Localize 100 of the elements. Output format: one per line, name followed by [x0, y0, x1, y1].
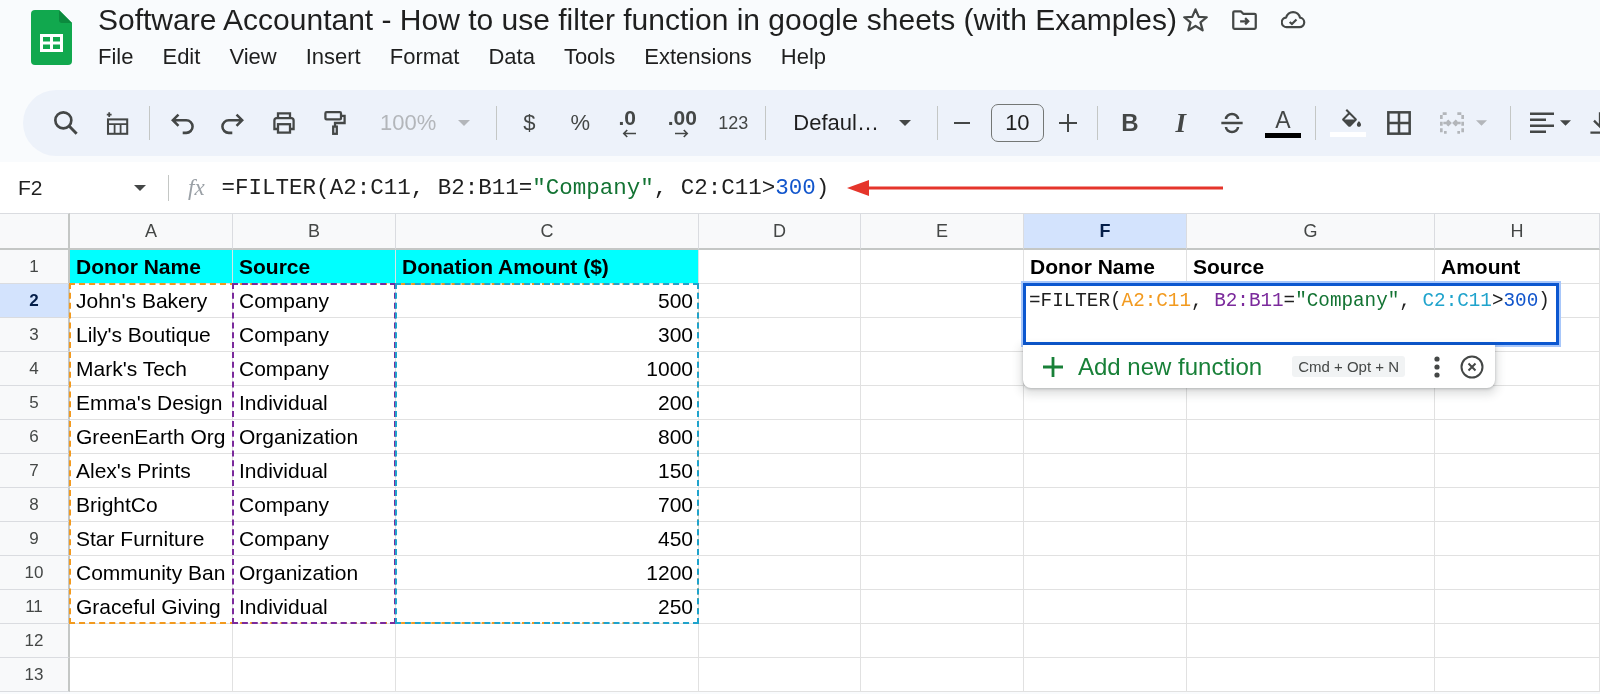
- table-cell-text: Company: [238, 492, 330, 518]
- menu-item[interactable]: Data: [482, 43, 541, 71]
- column-header[interactable]: F: [1024, 213, 1187, 250]
- paint-roller-icon[interactable]: [323, 111, 347, 135]
- number-format-button[interactable]: $: [505, 101, 554, 145]
- app-logo-icon[interactable]: [31, 10, 72, 65]
- increase-decimals-button[interactable]: .00: [658, 101, 707, 145]
- row-header[interactable]: 13: [0, 658, 70, 692]
- row-header[interactable]: 4: [0, 352, 70, 386]
- minus-icon[interactable]: [953, 122, 970, 124]
- search-icon[interactable]: [54, 111, 78, 135]
- table-cell-text: 200: [656, 390, 694, 416]
- column-header[interactable]: A: [70, 213, 233, 250]
- table-cell-text: Source: [1192, 254, 1266, 280]
- left-arrow-icon: [622, 129, 637, 138]
- align-left-icon[interactable]: [1530, 111, 1555, 135]
- row-header[interactable]: 7: [0, 454, 70, 488]
- number-format-button[interactable]: 123: [709, 101, 758, 145]
- table-cell: Donor Name: [70, 250, 233, 284]
- menu-item[interactable]: View: [223, 43, 283, 71]
- row-header[interactable]: 8: [0, 488, 70, 522]
- cell-editor-field[interactable]: =FILTER(A2:C11, B2:B11="Company", C2:C11>300): [1023, 283, 1559, 345]
- menu-item[interactable]: Help: [774, 43, 833, 71]
- table-cell-text: Community Ban: [75, 560, 227, 586]
- font-dropdown[interactable]: Defaul…: [774, 101, 929, 145]
- table-cell-text: Lily's Boutique: [75, 322, 212, 348]
- column-header[interactable]: H: [1435, 213, 1600, 250]
- row-header[interactable]: 9: [0, 522, 70, 556]
- table-cell-text: Emma's Design: [75, 390, 224, 416]
- table-cell-text: Company: [238, 356, 330, 382]
- column-header[interactable]: D: [699, 213, 861, 250]
- table-cell: Donation Amount ($): [396, 250, 699, 284]
- caret-icon: [458, 120, 471, 126]
- menu-item[interactable]: Extensions: [638, 43, 758, 71]
- row-header[interactable]: 10: [0, 556, 70, 590]
- swatch-icon: [1264, 132, 1301, 138]
- more-icon[interactable]: [1434, 355, 1440, 378]
- row-header[interactable]: 6: [0, 420, 70, 454]
- menu-item[interactable]: Format: [383, 43, 466, 71]
- row-header[interactable]: 2: [0, 284, 70, 318]
- table-cell-text: 700: [656, 492, 694, 518]
- caret-icon[interactable]: [1560, 120, 1572, 126]
- table-cell-text: 1200: [645, 560, 694, 586]
- table-cell-text: BrightCo: [75, 492, 159, 518]
- document-title[interactable]: Software Accountant - How to use filter function in google sheets (with Examples): [98, 0, 1177, 40]
- menu-item[interactable]: Tools: [557, 43, 622, 71]
- table-cell-text: 800: [656, 424, 694, 450]
- fx-label: fx: [188, 174, 205, 201]
- row-header[interactable]: 11: [0, 590, 70, 624]
- table-cell-text: Alex's Prints: [75, 458, 192, 484]
- table-cell-text: 500: [656, 288, 694, 314]
- row-header[interactable]: 5: [0, 386, 70, 420]
- menu-item[interactable]: Insert: [299, 43, 367, 71]
- table-cell-text: Donor Name: [1029, 254, 1156, 280]
- print-icon[interactable]: [272, 111, 296, 135]
- table-cell-text: Amount: [1440, 254, 1522, 280]
- table-cell-text: GreenEarth Org: [75, 424, 227, 450]
- column-header[interactable]: G: [1187, 213, 1435, 250]
- redo-icon[interactable]: [221, 111, 245, 135]
- table-cell-text: Individual: [238, 390, 329, 416]
- table-cell-text: 300: [656, 322, 694, 348]
- folder-arrow-icon[interactable]: [1231, 8, 1257, 32]
- column-header[interactable]: C: [396, 213, 699, 250]
- column-header[interactable]: E: [861, 213, 1024, 250]
- undo-icon[interactable]: [170, 111, 194, 135]
- caret-icon: [134, 184, 146, 191]
- plus-icon[interactable]: [1058, 114, 1077, 132]
- table-cell-text: Individual: [238, 458, 329, 484]
- table-cell-text: Company: [238, 322, 330, 348]
- paint-bucket-icon[interactable]: [1329, 109, 1366, 137]
- table-cell-text: Mark's Tech: [75, 356, 188, 382]
- menu-item[interactable]: File: [92, 43, 140, 71]
- close-icon[interactable]: [1460, 354, 1484, 379]
- table-cell-text: John's Bakery: [75, 288, 209, 314]
- table-cell-text: Individual: [238, 594, 329, 620]
- table-cell-text: Company: [238, 288, 330, 314]
- table-cell-text: Company: [238, 526, 330, 552]
- italic-button[interactable]: I: [1156, 101, 1205, 145]
- name-box[interactable]: F2: [0, 162, 150, 213]
- right-arrow-icon: [675, 129, 690, 138]
- font-size-field[interactable]: 10: [990, 104, 1044, 142]
- star-icon[interactable]: [1182, 8, 1208, 32]
- menu-item[interactable]: Edit: [156, 43, 207, 71]
- table-cell-text: Star Furniture: [75, 526, 206, 552]
- number-format-button[interactable]: %: [556, 101, 605, 145]
- row-header[interactable]: 1: [0, 250, 70, 284]
- formula-field[interactable]: =FILTER(A2:C11, B2:B11="Company", C2:C11>300): [221, 174, 830, 201]
- decrease-decimals-button[interactable]: .0: [607, 101, 656, 145]
- row-header[interactable]: 12: [0, 624, 70, 658]
- row-header[interactable]: 3: [0, 318, 70, 352]
- borders-icon[interactable]: [1386, 111, 1411, 135]
- table-plus-icon[interactable]: [105, 111, 129, 135]
- strikethrough-icon[interactable]: [1219, 111, 1244, 135]
- bold-button[interactable]: B: [1105, 101, 1154, 145]
- table-cell-text: 250: [656, 594, 694, 620]
- table-cell-text: 1000: [645, 356, 694, 382]
- table-cell-text: 450: [656, 526, 694, 552]
- add-function-button[interactable]: Add new function: [1043, 352, 1263, 381]
- column-header[interactable]: B: [233, 213, 396, 250]
- text-color-button[interactable]: A: [1258, 101, 1307, 145]
